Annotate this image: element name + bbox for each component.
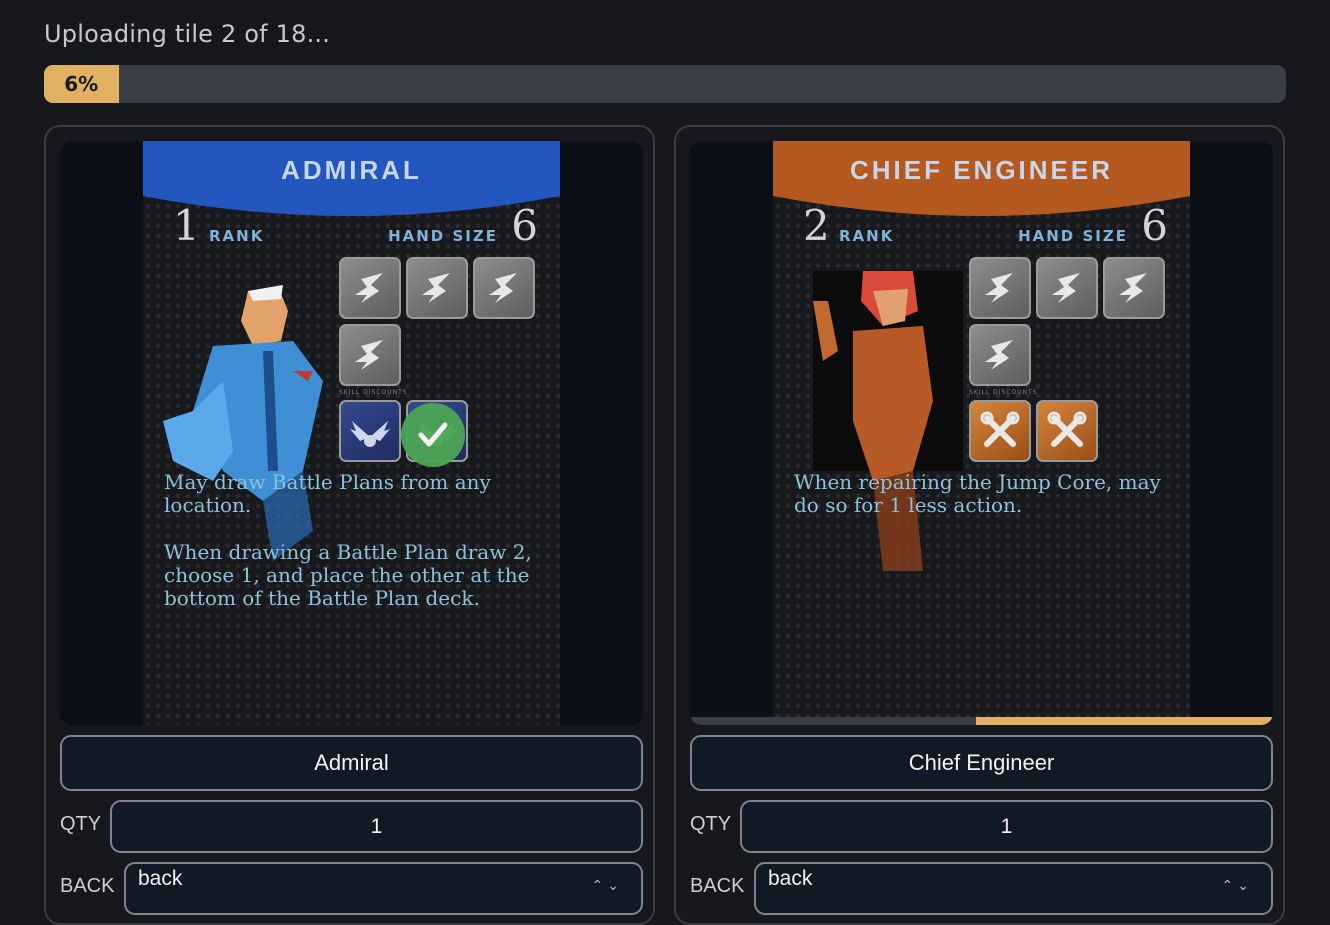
ability-text: May draw Battle Plans from any location. xyxy=(164,470,491,517)
ability-text: When drawing a Battle Plan draw 2, choos… xyxy=(164,540,532,610)
select-chevron-icon: ⌃⌄ xyxy=(591,877,623,893)
upload-progress-fill: 6% xyxy=(44,65,119,103)
tile-upload-progress-fill xyxy=(975,717,1273,725)
tactics-skill-icon xyxy=(969,257,1031,319)
skill-discounts-label: Skill Discounts xyxy=(969,389,1038,396)
tactics-skill-icon xyxy=(473,257,535,319)
tile-name-field[interactable]: Admiral xyxy=(60,735,643,791)
card-preview: Admiral 1 Rank Hand Size 6 xyxy=(60,141,643,725)
upload-progress-label: 6% xyxy=(64,72,99,96)
back-select[interactable]: back ⌃⌄ xyxy=(124,862,643,915)
tactics-skill-icon xyxy=(1036,257,1098,319)
hand-size-label: Hand Size xyxy=(388,227,498,245)
qty-input[interactable]: 1 xyxy=(110,800,643,853)
back-select-value: back xyxy=(768,867,813,890)
qty-input[interactable]: 1 xyxy=(740,800,1273,853)
select-chevron-icon: ⌃⌄ xyxy=(1221,877,1253,893)
tile-upload-progress-bar xyxy=(690,717,1273,725)
tactics-skill-icon xyxy=(339,324,401,386)
tile-chief-engineer: Chief Engineer 2 Rank Hand Size 6 xyxy=(674,125,1285,925)
rank-value: 2 xyxy=(803,201,830,250)
tile-admiral: Admiral 1 Rank Hand Size 6 xyxy=(44,125,655,925)
upload-status-text: Uploading tile 2 of 18... xyxy=(44,20,331,48)
admiral-figure-icon xyxy=(163,285,323,561)
tile-name-field[interactable]: Chief Engineer xyxy=(690,735,1273,791)
back-label: BACK xyxy=(690,875,745,897)
hand-size-value: 6 xyxy=(511,201,538,250)
card-image: Chief Engineer 2 Rank Hand Size 6 xyxy=(773,141,1190,725)
engineer-figure-icon xyxy=(813,271,963,571)
tactics-skill-icon xyxy=(1103,257,1165,319)
tactics-skill-icon xyxy=(969,324,1031,386)
back-select[interactable]: back ⌃⌄ xyxy=(754,862,1273,915)
tactics-skill-icon xyxy=(339,257,401,319)
rank-label: Rank xyxy=(839,227,895,245)
wrench-icon xyxy=(969,400,1031,462)
hand-size-label: Hand Size xyxy=(1018,227,1128,245)
card-title: Chief Engineer xyxy=(849,155,1114,185)
ability-text: When repairing the Jump Core, may do so … xyxy=(794,470,1161,517)
card-image: Admiral 1 Rank Hand Size 6 xyxy=(143,141,560,725)
wings-emblem-icon xyxy=(339,400,401,462)
upload-complete-check-icon xyxy=(401,403,465,467)
back-select-value: back xyxy=(138,867,183,890)
wrench-icon xyxy=(1036,400,1098,462)
rank-label: Rank xyxy=(209,227,265,245)
upload-progress-bar: 6% xyxy=(44,65,1286,103)
hand-size-value: 6 xyxy=(1141,201,1168,250)
skill-discounts-label: Skill Discounts xyxy=(339,389,408,396)
qty-label: QTY xyxy=(60,813,102,835)
card-preview: Chief Engineer 2 Rank Hand Size 6 xyxy=(690,141,1273,725)
rank-value: 1 xyxy=(173,201,200,250)
back-label: BACK xyxy=(60,875,115,897)
card-title: Admiral xyxy=(281,155,422,185)
qty-label: QTY xyxy=(690,813,732,835)
tactics-skill-icon xyxy=(406,257,468,319)
